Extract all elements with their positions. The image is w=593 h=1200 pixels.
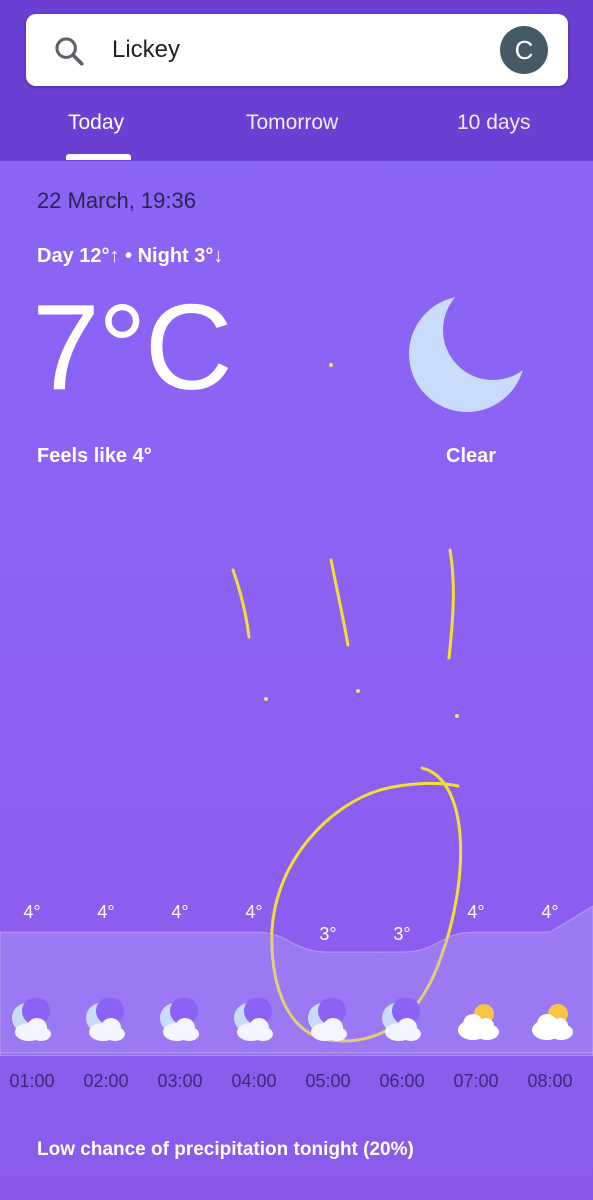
- hourly-time: 07:00: [453, 1071, 499, 1091]
- star-dot: [264, 697, 268, 701]
- hourly-temp: 3°: [393, 924, 411, 944]
- hourly-temp: 4°: [467, 902, 485, 922]
- hourly-temp: 4°: [171, 902, 189, 922]
- sun-cloud-icon: [525, 998, 575, 1044]
- hourly-time: 05:00: [305, 1071, 351, 1091]
- moon-cloud-icon: [377, 997, 427, 1044]
- moon-cloud-icon: [81, 997, 131, 1044]
- hourly-time: 02:00: [83, 1071, 129, 1091]
- moon-cloud-icon: [155, 997, 205, 1044]
- tab-tomorrow[interactable]: Tomorrow: [246, 108, 338, 138]
- star-dot: [356, 689, 360, 693]
- moon-cloud-icon: [303, 997, 353, 1044]
- hourly-temp: 4°: [23, 902, 41, 922]
- hourly-time: 01:00: [9, 1071, 55, 1091]
- annotation-stroke: [231, 568, 251, 639]
- hourly-temp: 3°: [319, 924, 337, 944]
- star-dot: [455, 714, 459, 718]
- tab-indicator: [66, 154, 131, 160]
- search-input[interactable]: Lickey: [112, 30, 180, 70]
- hourly-time: 03:00: [157, 1071, 203, 1091]
- hourly-time: 06:00: [379, 1071, 425, 1091]
- divider: [0, 1052, 593, 1053]
- precipitation-note: Low chance of precipitation tonight (20%…: [37, 1139, 414, 1160]
- annotation-stroke: [447, 548, 455, 660]
- star-dot: [329, 363, 333, 367]
- moon-icon: [409, 296, 525, 412]
- date-time: 22 March, 19:36: [37, 188, 196, 213]
- hourly-time: 08:00: [527, 1071, 573, 1091]
- day-night-range: Day 12°↑ • Night 3°↓: [37, 245, 224, 267]
- feels-like: Feels like 4°: [37, 445, 152, 467]
- moon-cloud-icon: [229, 997, 279, 1044]
- moon-cloud-icon: [7, 997, 57, 1044]
- search-icon[interactable]: [52, 34, 86, 68]
- sun-cloud-icon: [451, 998, 501, 1044]
- hourly-temp: 4°: [541, 902, 559, 922]
- hourly-temp: 4°: [245, 902, 263, 922]
- hourly-temp: 4°: [97, 902, 115, 922]
- avatar[interactable]: C: [500, 26, 548, 74]
- condition-label: Clear: [446, 445, 497, 467]
- search-bar[interactable]: [26, 14, 568, 86]
- annotation-stroke: [329, 558, 350, 647]
- tab-10-days[interactable]: 10 days: [457, 108, 531, 138]
- hourly-time: 04:00: [231, 1071, 277, 1091]
- current-temperature: 7°C: [32, 279, 233, 415]
- tab-today[interactable]: Today: [68, 108, 124, 138]
